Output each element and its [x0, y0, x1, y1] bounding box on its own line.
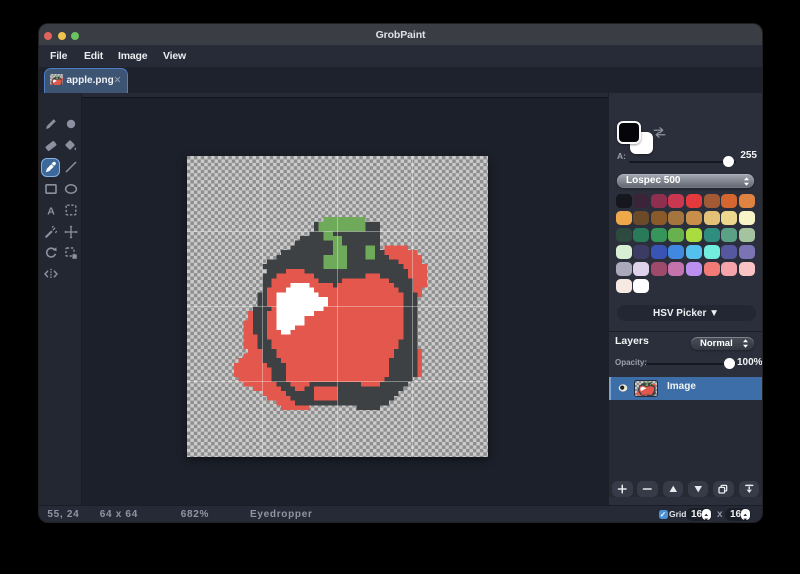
svg-text:A: A [47, 205, 55, 217]
